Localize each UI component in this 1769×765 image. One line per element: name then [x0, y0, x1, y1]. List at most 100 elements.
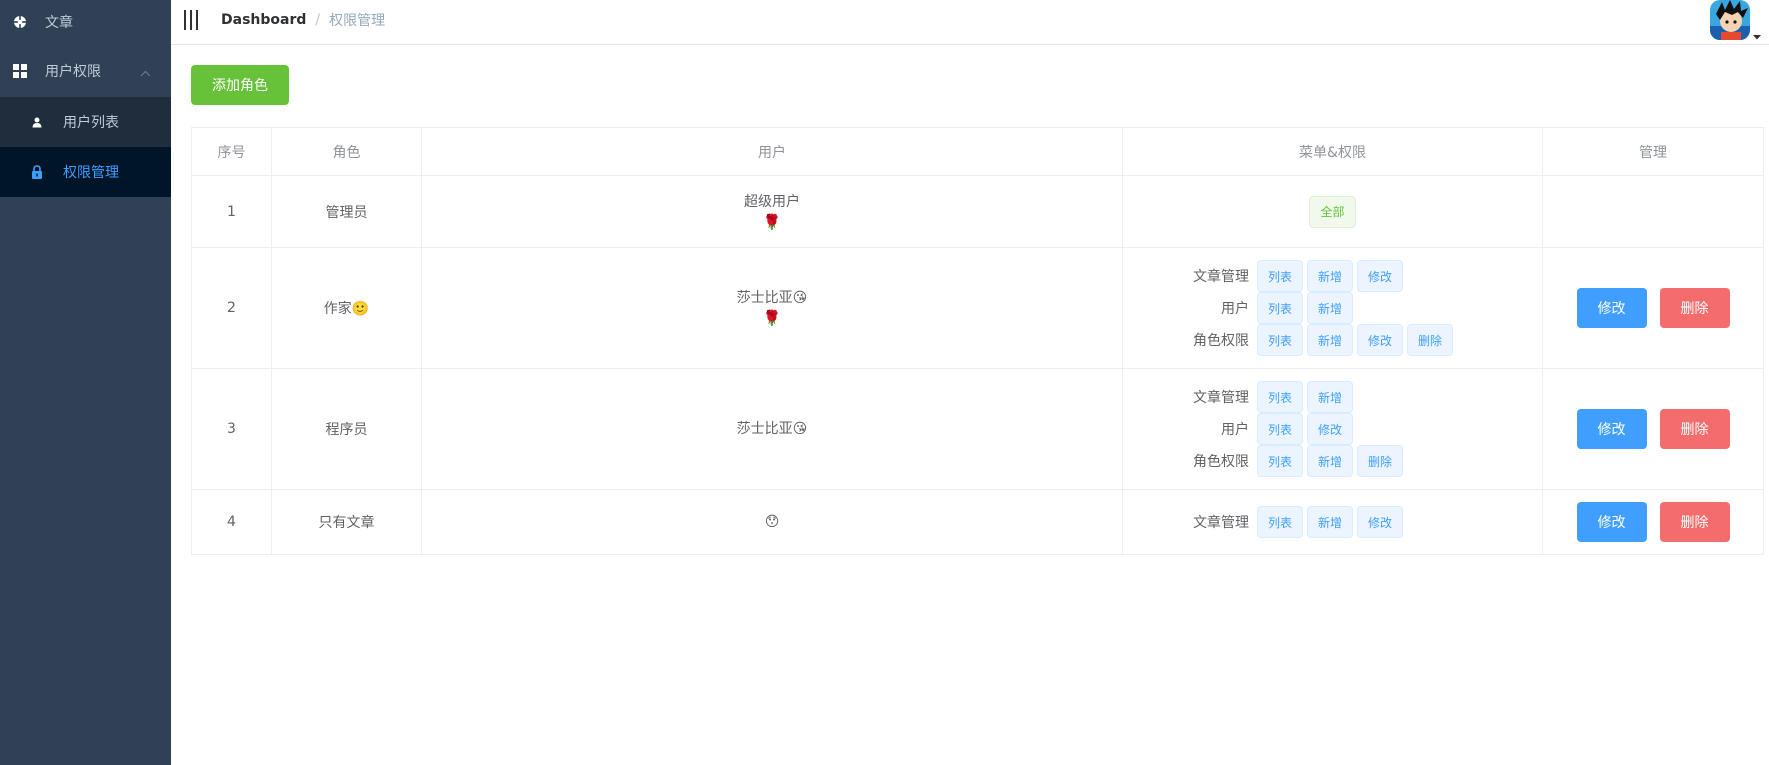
- row-user: 莎士比亚😘: [421, 368, 1123, 490]
- user-name: 莎士比亚😘: [736, 421, 808, 437]
- grid-icon: [12, 63, 28, 79]
- gear-icon: [12, 14, 28, 30]
- row-role: 管理员: [271, 175, 422, 248]
- sidebar-item-permission-management[interactable]: 权限管理: [0, 147, 171, 197]
- edit-button[interactable]: 修改: [1576, 409, 1647, 449]
- permission-tag: 新增: [1307, 292, 1354, 324]
- lock-icon: [31, 165, 43, 179]
- column-header-index: 序号: [191, 127, 272, 176]
- permission-tag-all: 全部: [1309, 195, 1356, 228]
- permission-menu-label: 文章管理: [1193, 515, 1249, 531]
- permission-tag: 新增: [1307, 506, 1354, 538]
- permission-tag: 列表: [1257, 324, 1304, 356]
- permission-menu-label: 文章管理: [1193, 390, 1249, 406]
- breadcrumb-separator: /: [315, 12, 321, 28]
- hamburger-icon[interactable]: [183, 10, 203, 30]
- permission-tag: 删除: [1407, 324, 1454, 356]
- row-role: 只有文章: [271, 489, 422, 555]
- permission-menu-label: 用户: [1221, 422, 1249, 438]
- permission-menu-label: 文章管理: [1193, 269, 1249, 285]
- row-index: 3: [191, 368, 272, 490]
- breadcrumb-current: 权限管理: [329, 13, 386, 29]
- table-row: 3 程序员 莎士比亚😘 文章管理 列表 新增 用户 列表 修改 角色权限 列表 …: [191, 368, 1764, 490]
- table-row: 4 只有文章 😯 文章管理 列表 新增 修改 修改 删除: [191, 489, 1764, 555]
- permission-tag: 新增: [1307, 445, 1354, 477]
- row-role: 作家🙂: [271, 247, 422, 369]
- row-permissions: 文章管理 列表 新增 用户 列表 修改 角色权限 列表 新增 删除: [1122, 368, 1543, 490]
- user-emoji: 🌹: [762, 309, 782, 327]
- row-index: 1: [191, 175, 272, 248]
- app-root: 文章 用户权限 用户列表 权限管理 Dashboard / 权限管理 添加角色 …: [0, 0, 1769, 765]
- user-icon: [31, 115, 43, 129]
- permission-group: 角色权限 列表 新增 修改 删除: [1123, 324, 1542, 356]
- column-header-permissions: 菜单&权限: [1122, 127, 1543, 176]
- permission-tag: 列表: [1257, 506, 1304, 538]
- permission-group: 文章管理 列表 新增 修改: [1123, 506, 1542, 538]
- row-index: 4: [191, 489, 272, 555]
- table-header-row: 序号 角色 用户 菜单&权限 管理: [191, 127, 1764, 176]
- breadcrumb-home[interactable]: Dashboard: [221, 12, 306, 28]
- permission-group: 用户 列表 修改: [1123, 413, 1542, 445]
- row-actions: 修改 删除: [1542, 489, 1764, 555]
- column-header-user: 用户: [421, 127, 1123, 176]
- row-role: 程序员: [271, 368, 422, 490]
- row-permissions: 全部: [1122, 175, 1543, 248]
- sidebar-item-label: 用户权限: [45, 63, 101, 80]
- permission-group: 文章管理 列表 新增: [1123, 381, 1542, 413]
- permission-tag: 新增: [1307, 324, 1354, 356]
- user-name: 😯: [764, 514, 780, 530]
- permission-tag: 删除: [1357, 445, 1404, 477]
- roles-table: 序号 角色 用户 菜单&权限 管理 1 管理员 超级用户 🌹 全部 2 作家🙂 …: [191, 127, 1764, 555]
- row-user: 超级用户 🌹: [421, 175, 1123, 248]
- caret-down-icon[interactable]: [1753, 28, 1761, 44]
- row-permissions: 文章管理 列表 新增 修改 用户 列表 新增 角色权限 列表 新增 修改 删除: [1122, 247, 1543, 369]
- avatar[interactable]: [1710, 0, 1750, 40]
- navbar: Dashboard / 权限管理: [171, 0, 1769, 45]
- sidebar-item-label: 权限管理: [63, 165, 119, 181]
- user-name: 超级用户: [744, 193, 800, 210]
- row-actions: 修改 删除: [1542, 368, 1764, 490]
- add-role-button[interactable]: 添加角色: [191, 65, 289, 105]
- row-user: 😯: [421, 489, 1123, 555]
- user-emoji: 🌹: [762, 212, 782, 231]
- row-actions: [1542, 175, 1764, 248]
- column-header-actions: 管理: [1542, 127, 1764, 176]
- user-menu[interactable]: [1710, 0, 1761, 40]
- permission-tag: 新增: [1307, 260, 1354, 292]
- edit-button[interactable]: 修改: [1576, 288, 1647, 328]
- sidebar-submenu: 用户列表 权限管理: [0, 97, 171, 197]
- row-actions: 修改 删除: [1542, 247, 1764, 369]
- sidebar-item-user-list[interactable]: 用户列表: [0, 97, 171, 147]
- delete-button[interactable]: 删除: [1659, 502, 1730, 542]
- breadcrumb: Dashboard / 权限管理: [221, 0, 385, 40]
- permission-menu-label: 角色权限: [1193, 333, 1249, 349]
- permission-group: 用户 列表 新增: [1123, 292, 1542, 324]
- permission-tag: 列表: [1257, 413, 1304, 445]
- permission-tag: 修改: [1357, 260, 1404, 292]
- permission-tag: 列表: [1257, 292, 1304, 324]
- permission-tag: 新增: [1307, 381, 1354, 413]
- permission-tag: 列表: [1257, 260, 1304, 292]
- permission-menu-label: 角色权限: [1193, 454, 1249, 470]
- delete-button[interactable]: 删除: [1659, 288, 1730, 328]
- permission-tag: 列表: [1257, 445, 1304, 477]
- row-user: 莎士比亚😘 🌹: [421, 247, 1123, 369]
- sidebar-item-articles[interactable]: 文章: [0, 0, 171, 44]
- permission-tag: 修改: [1357, 506, 1404, 538]
- column-header-role: 角色: [271, 127, 422, 176]
- permission-group: 角色权限 列表 新增 删除: [1123, 445, 1542, 477]
- delete-button[interactable]: 删除: [1659, 409, 1730, 449]
- permission-group: 文章管理 列表 新增 修改: [1123, 260, 1542, 292]
- sidebar-item-user-permissions[interactable]: 用户权限: [0, 44, 171, 97]
- sidebar-item-label: 文章: [45, 15, 73, 31]
- chevron-up-icon: [140, 66, 151, 82]
- sidebar: 文章 用户权限 用户列表 权限管理: [0, 0, 171, 765]
- main-content: 添加角色 序号 角色 用户 菜单&权限 管理 1 管理员 超级用户 🌹 全部 2…: [191, 65, 1764, 555]
- permission-tag: 修改: [1357, 324, 1404, 356]
- edit-button[interactable]: 修改: [1576, 502, 1647, 542]
- row-index: 2: [191, 247, 272, 369]
- table-row: 1 管理员 超级用户 🌹 全部: [191, 175, 1764, 248]
- sidebar-item-label: 用户列表: [63, 115, 119, 131]
- permission-tag: 修改: [1307, 413, 1354, 445]
- user-name: 莎士比亚😘: [736, 290, 808, 306]
